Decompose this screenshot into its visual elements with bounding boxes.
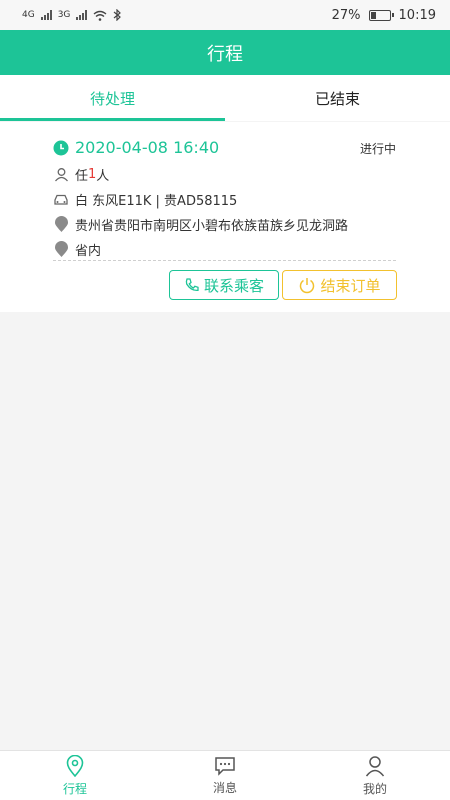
battery-percent: 27% (331, 7, 361, 23)
passenger-count: 1 (88, 167, 97, 182)
status-bar: 4G 3G 27% 10:19 (0, 0, 450, 30)
order-time-row: 2020-04-08 16:40 (53, 138, 219, 157)
nav-label: 我的 (362, 781, 387, 796)
end-marker-icon (53, 241, 69, 258)
nav-trip[interactable]: 行程 (0, 751, 150, 800)
tab-finished[interactable]: 已结束 (225, 75, 450, 121)
vehicle-info: 白 东风E11K | 贵AD58115 (75, 194, 238, 209)
person-icon (53, 167, 69, 183)
signal-icon (76, 10, 88, 20)
start-address-row: 贵州省贵阳市南明区小碧布依族苗族乡见龙洞路 (53, 215, 348, 234)
battery-fill (370, 11, 376, 19)
clock-icon (53, 140, 69, 156)
nav-mine[interactable]: 我的 (300, 751, 450, 800)
vehicle-row: 白 东风E11K | 贵AD58115 (53, 190, 237, 209)
net2-label: 3G (57, 10, 71, 20)
nav-messages[interactable]: 消息 (150, 751, 300, 800)
tab-label: 已结束 (314, 89, 360, 108)
signal-icon (40, 10, 52, 20)
tab-label: 待处理 (89, 89, 135, 108)
card-divider (53, 260, 396, 261)
end-address-row: 省内 (53, 240, 101, 259)
start-marker-icon (53, 216, 69, 233)
end-order-button[interactable]: 结束订单 (282, 270, 397, 300)
net1-label: 4G (22, 10, 35, 20)
contact-passenger-button[interactable]: 联系乘客 (169, 270, 279, 300)
user-icon (365, 755, 385, 776)
car-icon (53, 192, 69, 208)
bluetooth-icon (114, 9, 122, 21)
end-address: 省内 (75, 244, 102, 259)
tab-bar: 待处理 已结束 (0, 75, 450, 121)
passenger-row: 任 1人 (53, 165, 109, 184)
phone-icon (184, 277, 200, 293)
contact-label: 联系乘客 (203, 276, 264, 295)
nav-label: 行程 (62, 781, 87, 796)
status-left: 4G 3G (22, 9, 122, 21)
page-title: 行程 (207, 43, 243, 65)
wifi-icon (93, 10, 107, 21)
nav-label: 消息 (212, 780, 237, 795)
message-icon (215, 756, 235, 776)
clock: 10:19 (398, 7, 436, 23)
end-label: 结束订单 (320, 276, 381, 295)
battery-icon (368, 9, 394, 21)
app-header: 行程 (0, 30, 450, 75)
start-address: 贵州省贵阳市南明区小碧布依族苗族乡见龙洞路 (75, 219, 349, 234)
passenger-suffix: 人 (96, 169, 110, 184)
passenger-prefix: 任 (75, 169, 89, 184)
location-pin-icon (66, 754, 84, 777)
bottom-nav: 行程 消息 我的 (0, 750, 450, 800)
power-icon (298, 276, 316, 294)
tab-pending[interactable]: 待处理 (0, 75, 225, 121)
status-right: 27% 10:19 (332, 8, 436, 23)
order-status: 进行中 (359, 142, 396, 156)
order-datetime: 2020-04-08 16:40 (75, 138, 220, 157)
